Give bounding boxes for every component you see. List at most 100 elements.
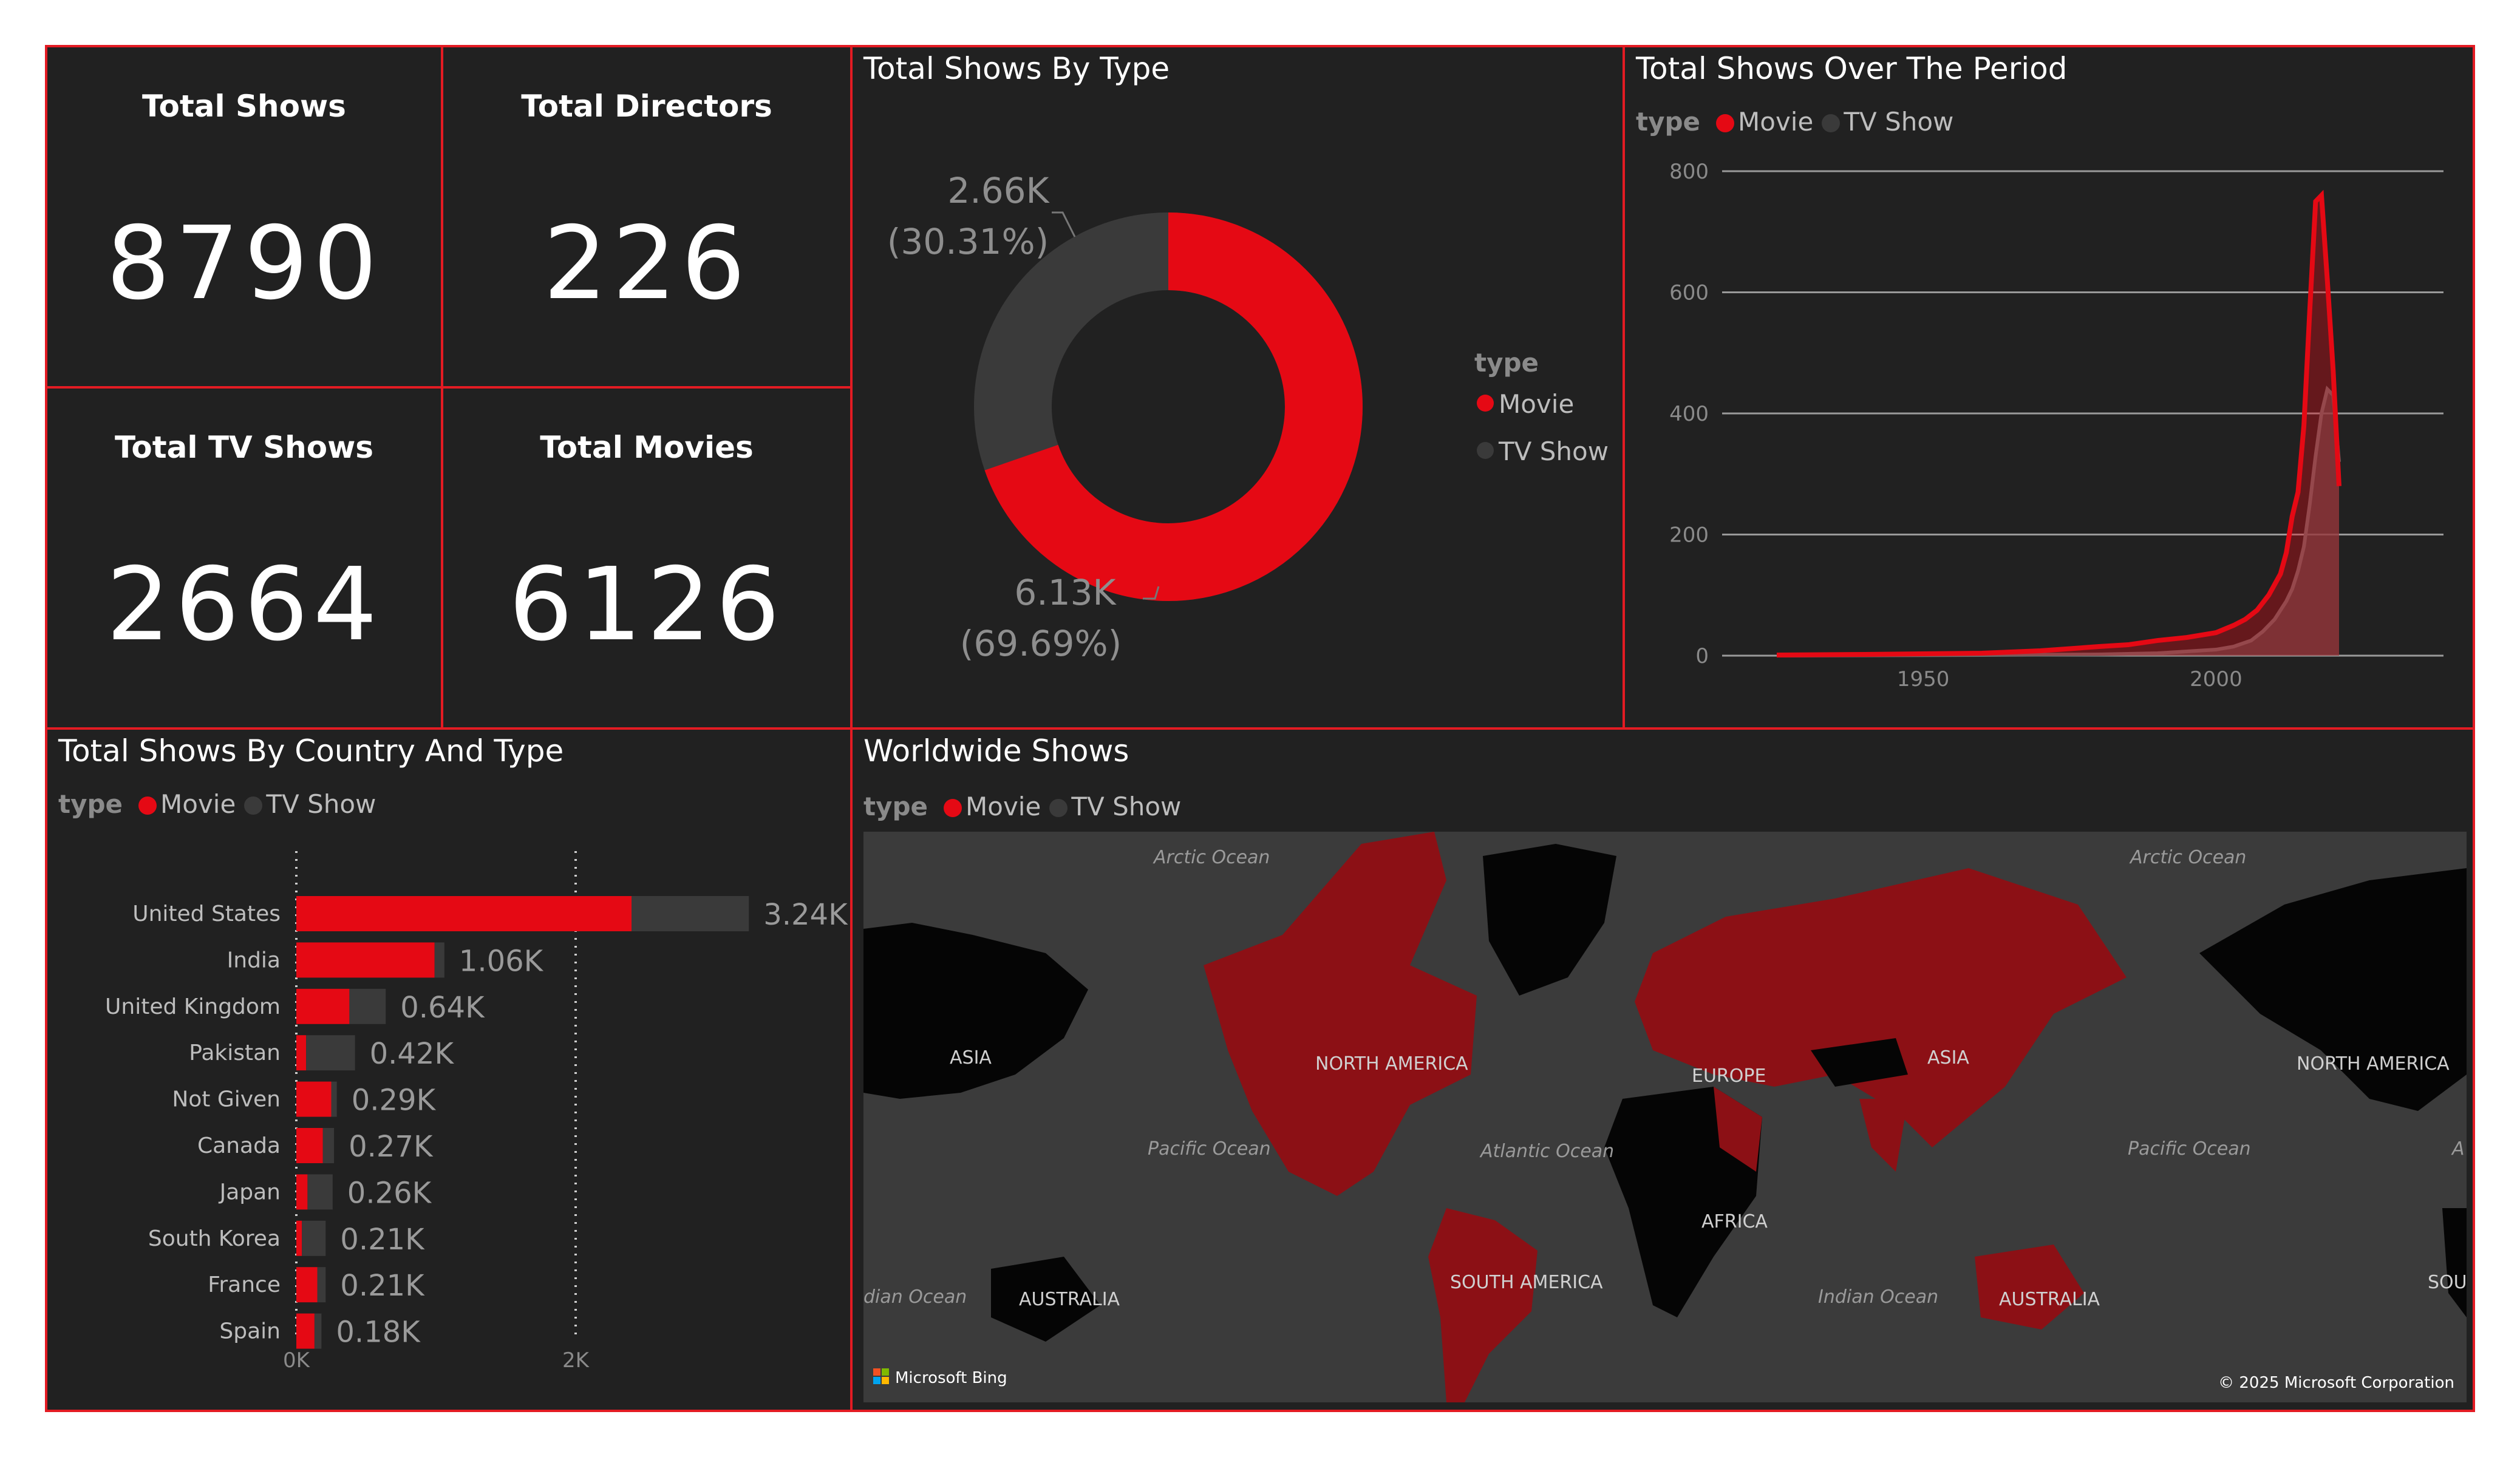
country-category-label: France bbox=[208, 1272, 281, 1297]
country-bar-movie[interactable] bbox=[296, 896, 632, 931]
country-bar-movie[interactable] bbox=[296, 1313, 315, 1349]
country-bar-movie[interactable] bbox=[296, 1081, 332, 1117]
kpi-total-tv-shows-label: Total TV Shows bbox=[114, 430, 374, 465]
donut-leader-tv bbox=[1052, 211, 1076, 237]
country-category-label: Spain bbox=[219, 1319, 281, 1344]
country-bar-tv-show[interactable] bbox=[317, 1267, 326, 1303]
map-label-pacific-right: Pacific Ocean bbox=[2128, 1138, 2251, 1160]
map-label-europe: EUROPE bbox=[1692, 1065, 1766, 1087]
country-bar-tv-show[interactable] bbox=[306, 1035, 355, 1071]
map-label-asia-left: ASIA bbox=[950, 1047, 992, 1068]
period-line-movie[interactable] bbox=[1776, 189, 2341, 657]
country-bar-movie[interactable] bbox=[296, 942, 435, 978]
country-x-tick: 2K bbox=[562, 1348, 590, 1373]
country-bar-movie[interactable] bbox=[296, 1220, 302, 1256]
country-bar-tv-show[interactable] bbox=[302, 1220, 326, 1256]
map-legend-tv-dot bbox=[1049, 799, 1068, 817]
kpi-total-movies-label: Total Movies bbox=[540, 430, 754, 465]
country-total-label: 1.06K bbox=[459, 944, 544, 978]
world-map[interactable]: Arctic Ocean Arctic Ocean Pacific Ocean … bbox=[863, 832, 2467, 1402]
donut-label-movie-value: 6.13K bbox=[1014, 572, 1117, 613]
country-category-label: United Kingdom bbox=[105, 994, 281, 1019]
country-x-tick: 0K bbox=[283, 1348, 311, 1373]
country-bar-movie[interactable] bbox=[296, 1174, 308, 1210]
map-label-asia: ASIA bbox=[1927, 1047, 1969, 1068]
period-y-tick: 600 bbox=[1669, 281, 1709, 305]
country-total-label: 0.29K bbox=[352, 1084, 437, 1118]
country-total-label: 0.18K bbox=[336, 1316, 421, 1350]
map-label-pacific-left: Pacific Ocean bbox=[1148, 1138, 1271, 1160]
country-category-label: Japan bbox=[219, 1180, 281, 1204]
country-bar-tv-show[interactable] bbox=[314, 1313, 322, 1349]
period-x-tick: 2000 bbox=[2190, 667, 2242, 691]
period-area-chart: 0 200 400 600 800 1950 2000 bbox=[1669, 160, 2443, 691]
donut-legend-tv-dot bbox=[1477, 442, 1494, 459]
map-legend-movie-dot bbox=[944, 799, 962, 817]
country-bar-tv-show[interactable] bbox=[434, 942, 444, 978]
map-label-australia-left: AUSTRALIA bbox=[1019, 1289, 1120, 1310]
country-total-label: 0.42K bbox=[370, 1037, 455, 1071]
kpi-total-shows-value: 8790 bbox=[106, 205, 383, 322]
period-panel: Total Shows Over The Period type Movie TV … bbox=[1623, 45, 2475, 730]
country-total-label: 0.21K bbox=[340, 1223, 425, 1257]
period-y-tick: 800 bbox=[1669, 160, 1709, 184]
map-panel: Worldwide Shows type Movie TV Show Arctic … bbox=[850, 727, 2475, 1412]
map-label-indian-left: dian Ocean bbox=[863, 1286, 967, 1308]
country-category-label: South Korea bbox=[148, 1226, 281, 1251]
map-label-arctic-right: Arctic Ocean bbox=[2129, 847, 2246, 868]
country-total-label: 0.21K bbox=[340, 1269, 425, 1303]
kpi-total-movies-value: 6126 bbox=[508, 546, 785, 664]
map-label-atlantic: Atlantic Ocean bbox=[1479, 1141, 1614, 1162]
country-category-label: Pakistan bbox=[189, 1041, 281, 1065]
period-area-movie[interactable] bbox=[1777, 195, 2339, 656]
donut-legend-movie[interactable]: Movie bbox=[1499, 389, 1574, 419]
map-title: Worldwide Shows bbox=[863, 733, 1129, 769]
kpi-total-shows-card: Total Shows 8790 bbox=[45, 45, 443, 389]
country-bar-movie[interactable] bbox=[296, 1035, 307, 1071]
donut-label-tv-value: 2.66K bbox=[947, 170, 1050, 211]
map-legend-tv[interactable]: TV Show bbox=[1071, 792, 1181, 821]
donut-legend-tv[interactable]: TV Show bbox=[1498, 436, 1609, 466]
country-bar-movie[interactable] bbox=[296, 1128, 323, 1163]
map-attribution: Microsoft Bing bbox=[895, 1369, 1007, 1387]
map-legend-movie[interactable]: Movie bbox=[965, 792, 1041, 821]
country-bar-tv-show[interactable] bbox=[331, 1081, 337, 1117]
map-label-north-america-right: NORTH AMERICA bbox=[2297, 1053, 2450, 1075]
period-y-tick: 200 bbox=[1669, 523, 1709, 548]
map-label-arctic-left: Arctic Ocean bbox=[1153, 847, 1270, 868]
country-total-label: 0.26K bbox=[347, 1176, 432, 1210]
map-label-north-america: NORTH AMERICA bbox=[1315, 1053, 1468, 1075]
map-legend: type Movie TV Show bbox=[863, 792, 1181, 821]
country-bar-movie[interactable] bbox=[296, 988, 350, 1024]
country-bar-tv-show[interactable] bbox=[349, 988, 386, 1024]
country-total-label: 0.64K bbox=[400, 991, 485, 1025]
kpi-total-shows-label: Total Shows bbox=[142, 89, 346, 124]
kpi-total-movies-card: Total Movies 6126 bbox=[441, 386, 853, 730]
country-bar-movie[interactable] bbox=[296, 1267, 318, 1303]
donut-legend-movie-dot bbox=[1477, 395, 1494, 412]
kpi-total-tv-shows-card: Total TV Shows 2664 bbox=[45, 386, 443, 730]
period-x-tick: 1950 bbox=[1897, 667, 1950, 691]
country-panel: Total Shows By Country And Type type Movi… bbox=[45, 727, 853, 1412]
map-label-south-right: SOUT bbox=[2428, 1272, 2467, 1293]
map-label-south-america: SOUTH AMERICA bbox=[1450, 1272, 1603, 1293]
period-y-tick: 0 bbox=[1695, 644, 1709, 668]
kpi-total-directors-value: 226 bbox=[543, 205, 751, 322]
country-bar-tv-show[interactable] bbox=[322, 1128, 335, 1163]
country-category-label: Not Given bbox=[172, 1087, 281, 1112]
map-legend-title: type bbox=[863, 792, 928, 821]
country-category-label: Canada bbox=[197, 1133, 281, 1158]
map-label-africa: AFRICA bbox=[1701, 1211, 1768, 1232]
donut-chart: 2.66K (30.31%) 6.13K (69.69%) type Movie… bbox=[887, 170, 1609, 664]
donut-label-movie-pct: (69.69%) bbox=[960, 623, 1122, 664]
country-bar-tv-show[interactable] bbox=[307, 1174, 333, 1210]
country-bar-tv-show[interactable] bbox=[632, 896, 749, 931]
map-label-edge-right: A bbox=[2451, 1138, 2465, 1160]
map-label-australia: AUSTRALIA bbox=[1999, 1289, 2100, 1310]
country-total-label: 0.27K bbox=[349, 1130, 434, 1164]
map-copyright: © 2025 Microsoft Corporation bbox=[2218, 1374, 2454, 1392]
kpi-total-directors-card: Total Directors 226 bbox=[441, 45, 853, 389]
donut-label-tv-pct: (30.31%) bbox=[887, 221, 1049, 262]
donut-legend-title: type bbox=[1474, 348, 1539, 378]
kpi-total-directors-label: Total Directors bbox=[521, 89, 772, 124]
